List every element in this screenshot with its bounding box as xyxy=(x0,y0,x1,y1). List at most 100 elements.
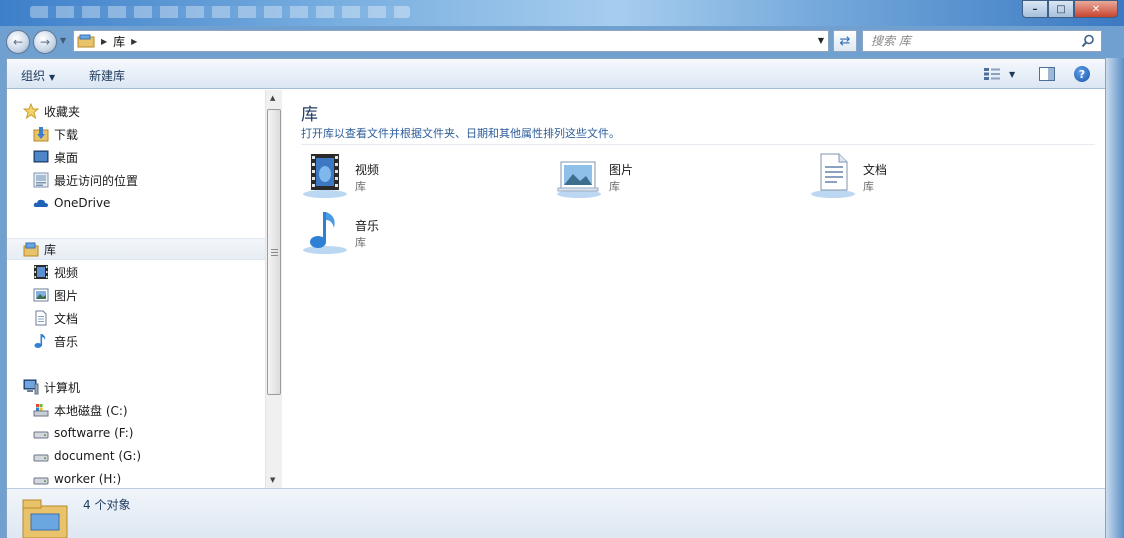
pictures-library-icon xyxy=(557,161,601,198)
nav-item-label: 桌面 xyxy=(54,150,79,165)
nav-item-recent-places[interactable]: 最近访问的位置 xyxy=(33,169,138,191)
window-frame-edge xyxy=(1106,58,1124,538)
navigation-pane: 收藏夹 下载 桌面 最近访问的位置 OneDrive 库 视频 图片 文档 音乐… xyxy=(7,90,265,488)
drive-icon xyxy=(33,431,49,439)
library-name: 图片 xyxy=(609,163,634,177)
nav-favorites-label: 收藏夹 xyxy=(44,104,81,119)
library-type: 库 xyxy=(355,180,366,193)
new-library-button[interactable]: 新建库 xyxy=(89,67,125,84)
nav-item-label: 本地磁盘 (C:) xyxy=(54,403,128,418)
onedrive-icon xyxy=(33,199,48,207)
video-library-icon xyxy=(303,154,347,198)
nav-item-label: 图片 xyxy=(54,288,79,303)
nav-item-drive-g[interactable]: document (G:) xyxy=(33,445,141,467)
nav-item-label: worker (H:) xyxy=(54,472,122,486)
library-icon xyxy=(22,499,68,538)
grip-icon xyxy=(271,249,278,256)
nav-libraries[interactable]: 库 xyxy=(7,238,265,260)
download-folder-icon xyxy=(33,127,49,142)
preview-pane-icon[interactable] xyxy=(1039,67,1055,81)
library-name: 文档 xyxy=(863,163,888,177)
scroll-down-icon[interactable]: ▼ xyxy=(270,476,275,484)
search-box[interactable] xyxy=(862,30,1102,52)
header-divider xyxy=(301,144,1095,145)
nav-item-drive-c[interactable]: 本地磁盘 (C:) xyxy=(33,399,128,421)
back-button[interactable]: ← xyxy=(6,30,30,54)
nav-libraries-label: 库 xyxy=(44,242,57,257)
search-icon[interactable] xyxy=(1081,34,1095,48)
library-type: 库 xyxy=(863,180,874,193)
window-title-blurred xyxy=(30,6,410,18)
library-name: 视频 xyxy=(355,163,380,177)
change-view-icon[interactable] xyxy=(983,67,1001,81)
nav-item-label: 音乐 xyxy=(54,334,79,349)
nav-item-desktop[interactable]: 桌面 xyxy=(33,146,78,168)
content-pane: 库 打开库以查看文件并根据文件夹、日期和其他属性排列这些文件。 视频 库 图片 … xyxy=(283,90,1105,488)
library-item-music[interactable]: 音乐 库 xyxy=(301,208,501,258)
scroll-up-icon[interactable]: ▲ xyxy=(270,94,275,102)
system-drive-icon xyxy=(33,404,49,417)
nav-item-documents[interactable]: 文档 xyxy=(33,307,78,329)
library-icon xyxy=(23,242,39,257)
library-item-videos[interactable]: 视频 库 xyxy=(301,152,501,202)
nav-item-label: 视频 xyxy=(54,265,79,280)
drive-icon xyxy=(33,477,49,485)
recent-places-icon xyxy=(33,172,49,188)
recent-pages-dropdown[interactable]: ▼ xyxy=(60,36,66,45)
page-title: 库 xyxy=(301,105,318,125)
refresh-button[interactable]: ⇄ xyxy=(833,30,857,52)
computer-icon xyxy=(23,379,39,395)
documents-library-icon xyxy=(811,153,855,198)
search-input[interactable] xyxy=(863,31,1073,51)
close-button[interactable]: ✕ xyxy=(1074,0,1118,18)
breadcrumb-separator-icon[interactable]: ▶ xyxy=(101,37,107,46)
video-icon xyxy=(34,265,48,279)
maximize-icon: □ xyxy=(1056,3,1066,15)
nav-item-label: document (G:) xyxy=(54,449,142,463)
maximize-button[interactable]: □ xyxy=(1048,0,1074,18)
close-icon: ✕ xyxy=(1091,3,1101,15)
library-type: 库 xyxy=(355,236,366,249)
nav-item-onedrive[interactable]: OneDrive xyxy=(33,192,110,214)
help-icon[interactable]: ? xyxy=(1074,66,1090,82)
desktop-icon xyxy=(33,150,49,163)
nav-item-downloads[interactable]: 下载 xyxy=(33,123,78,145)
nav-item-pictures[interactable]: 图片 xyxy=(33,284,78,306)
minimize-button[interactable]: – xyxy=(1022,0,1048,18)
forward-button[interactable]: → xyxy=(33,30,57,54)
scrollbar-thumb[interactable] xyxy=(267,109,281,395)
library-type: 库 xyxy=(609,180,620,193)
nav-computer[interactable]: 计算机 xyxy=(23,376,80,398)
address-bar[interactable]: ▶ 库 ▶ ▼ xyxy=(73,30,829,52)
forward-arrow-icon: → xyxy=(39,35,51,49)
organize-button[interactable]: 组织 ▼ xyxy=(21,67,55,84)
breadcrumb-library[interactable]: 库 xyxy=(113,33,125,50)
documents-icon xyxy=(35,310,47,326)
details-pane: 4 个对象 xyxy=(7,488,1105,538)
nav-item-drive-h[interactable]: worker (H:) xyxy=(33,468,121,488)
library-icon xyxy=(77,34,95,48)
item-count: 4 个对象 xyxy=(83,498,131,512)
nav-favorites[interactable]: 收藏夹 xyxy=(23,100,80,122)
library-item-documents[interactable]: 文档 库 xyxy=(809,152,1009,202)
nav-item-label: OneDrive xyxy=(54,196,111,210)
nav-item-label: 文档 xyxy=(54,311,79,326)
nav-item-videos[interactable]: 视频 xyxy=(33,261,78,283)
star-icon xyxy=(23,103,39,119)
nav-computer-label: 计算机 xyxy=(44,380,81,395)
navigation-scrollbar[interactable]: ▲ ▼ xyxy=(265,90,282,488)
chevron-down-icon: ▼ xyxy=(49,73,56,82)
back-arrow-icon: ← xyxy=(12,35,24,49)
nav-item-label: softwarre (F:) xyxy=(54,426,134,440)
minimize-icon: – xyxy=(1032,3,1038,15)
library-item-pictures[interactable]: 图片 库 xyxy=(555,152,755,202)
pictures-icon xyxy=(33,288,49,302)
view-options-dropdown[interactable]: ▼ xyxy=(1009,70,1015,79)
address-history-dropdown[interactable]: ▼ xyxy=(818,36,824,45)
music-icon xyxy=(34,334,46,348)
nav-item-label: 下载 xyxy=(54,127,79,142)
title-bar: – □ ✕ xyxy=(0,0,1124,26)
breadcrumb-separator-icon[interactable]: ▶ xyxy=(131,37,137,46)
nav-item-drive-f[interactable]: softwarre (F:) xyxy=(33,422,133,444)
nav-item-music[interactable]: 音乐 xyxy=(33,330,78,352)
